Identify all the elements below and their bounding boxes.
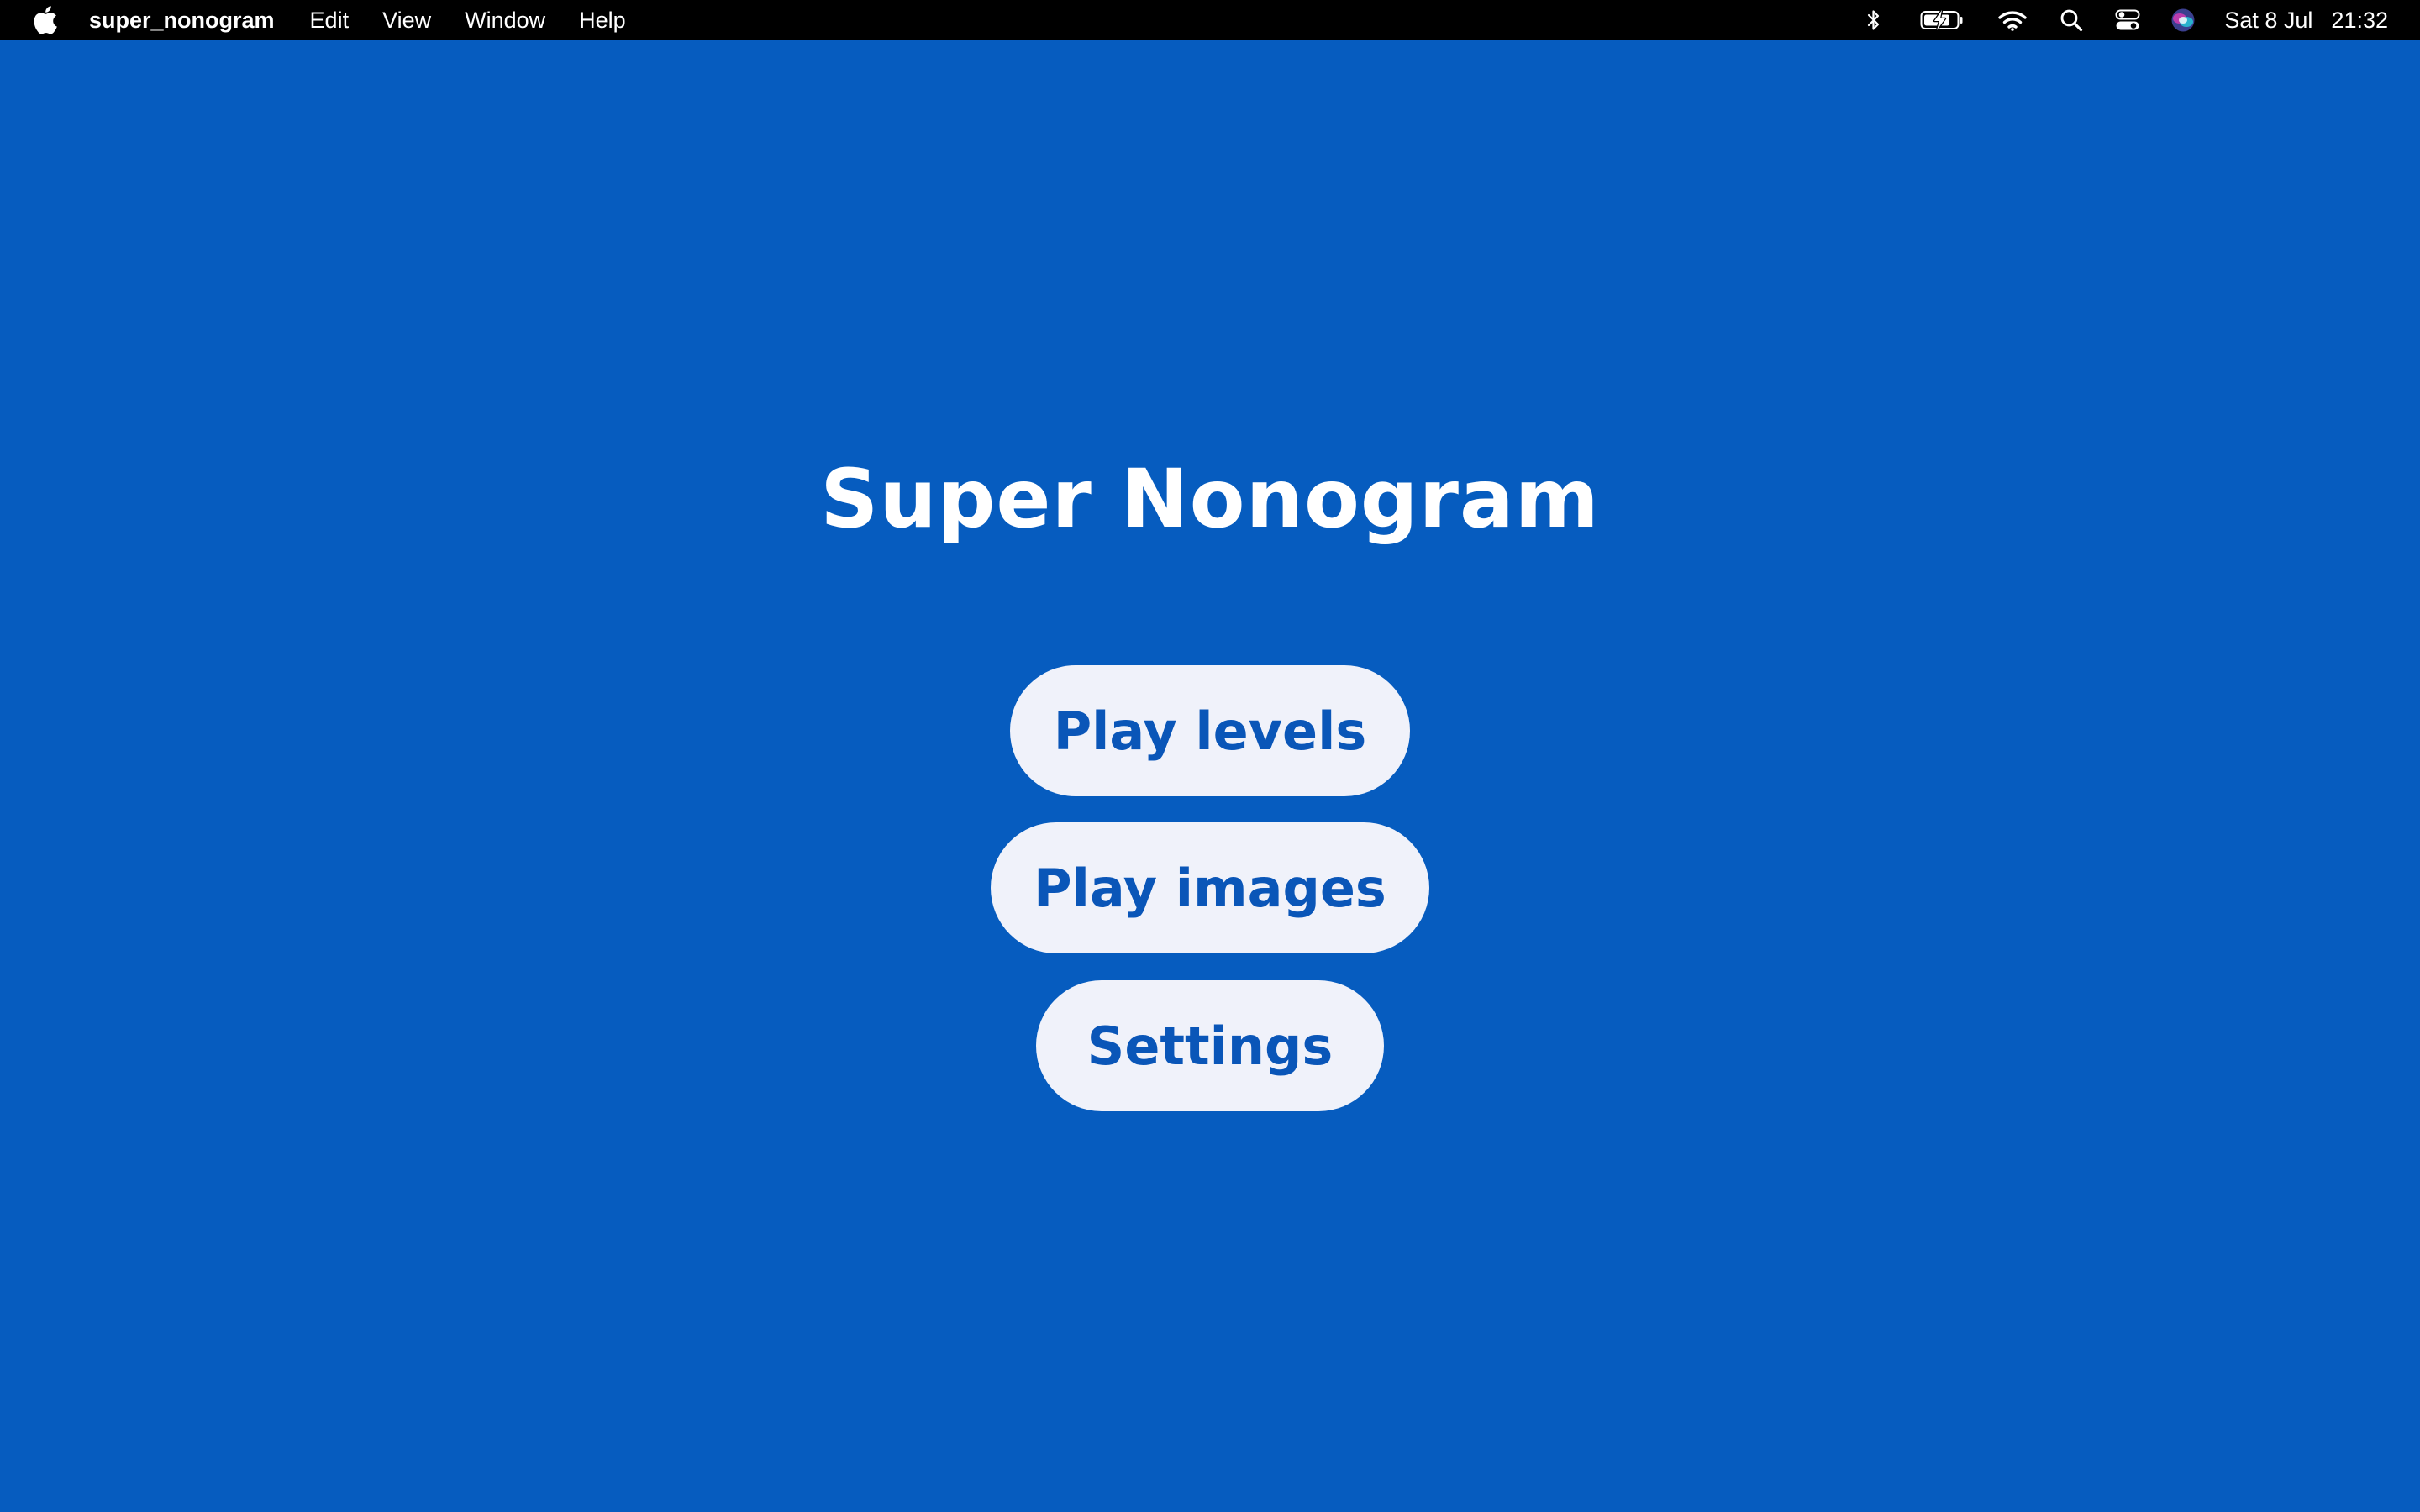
menu-help[interactable]: Help [579, 8, 626, 34]
play-levels-button[interactable]: Play levels [1010, 665, 1410, 796]
siri-icon[interactable] [2170, 0, 2196, 40]
play-images-button[interactable]: Play images [991, 822, 1429, 953]
menu-bar-clock[interactable]: Sat 8 Jul 21:32 [2224, 8, 2388, 34]
search-icon[interactable] [2060, 0, 2083, 40]
control-center-icon[interactable] [2115, 0, 2140, 40]
bluetooth-icon[interactable] [1865, 0, 1883, 40]
menu-edit[interactable]: Edit [310, 8, 350, 34]
settings-button[interactable]: Settings [1036, 980, 1384, 1111]
menu-view[interactable]: View [382, 8, 431, 34]
apple-logo-icon[interactable] [34, 6, 57, 34]
menu-bar-time: 21:32 [2331, 7, 2388, 33]
wifi-icon[interactable] [1997, 0, 2028, 40]
menu-window[interactable]: Window [465, 8, 545, 34]
app-title: Super Nonogram [820, 452, 1600, 546]
menu-bar-left: super_nonogram Edit View Window Help [0, 0, 660, 40]
menu-app-name[interactable]: super_nonogram [89, 8, 275, 34]
menu-bar-right: Sat 8 Jul 21:32 [1865, 0, 2388, 40]
menu-bar-date: Sat 8 Jul [2224, 7, 2313, 33]
menu-bar: super_nonogram Edit View Window Help Sat… [0, 0, 2420, 40]
battery-charging-icon[interactable] [1920, 0, 1964, 40]
